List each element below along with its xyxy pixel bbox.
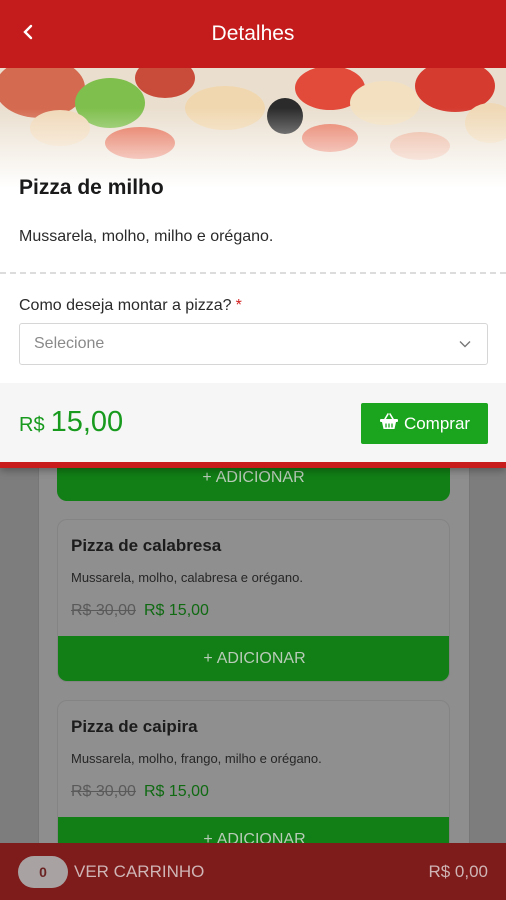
item-old-price: R$ 30,00 bbox=[71, 783, 136, 800]
product-image bbox=[0, 68, 506, 188]
chevron-left-icon bbox=[22, 24, 34, 45]
item-name: Pizza de caipira bbox=[71, 717, 198, 736]
buy-button[interactable]: Comprar bbox=[361, 403, 488, 444]
modal-border bbox=[0, 462, 506, 468]
page-title: Detalhes bbox=[211, 22, 295, 45]
item-price: R$ 15,00 bbox=[144, 602, 209, 619]
assembly-select[interactable]: Selecione bbox=[19, 323, 488, 365]
price-value: 15,00 bbox=[50, 406, 124, 438]
price-row: R$ 15,00 Comprar bbox=[0, 383, 506, 463]
cart-count-badge: 0 bbox=[18, 855, 68, 888]
item-description: Mussarela, molho, frango, milho e orégan… bbox=[71, 751, 322, 766]
item-price: R$ 15,00 bbox=[144, 783, 209, 800]
select-placeholder: Selecione bbox=[34, 335, 105, 352]
back-button[interactable] bbox=[14, 20, 42, 48]
basket-icon bbox=[379, 412, 399, 435]
product-name: Pizza de milho bbox=[19, 176, 164, 199]
currency-symbol: R$ bbox=[19, 414, 45, 436]
required-mark: * bbox=[235, 297, 242, 314]
plus-icon: + bbox=[202, 469, 212, 486]
product-price: R$ 15,00 bbox=[19, 406, 123, 439]
option-label: Como deseja montar a pizza? * bbox=[19, 297, 242, 314]
item-name: Pizza de calabresa bbox=[71, 536, 222, 555]
add-button[interactable]: + ADICIONAR bbox=[58, 636, 449, 681]
item-description: Mussarela, molho, calabresa e orégano. bbox=[71, 570, 303, 585]
divider bbox=[0, 272, 506, 274]
view-cart-label[interactable]: VER CARRINHO bbox=[74, 862, 204, 882]
plus-icon: + bbox=[203, 650, 213, 667]
cart-bar[interactable]: 0 VER CARRINHO R$ 0,00 bbox=[0, 843, 506, 900]
chevron-down-icon bbox=[459, 337, 473, 351]
product-detail-modal: Detalhes Pizza de milho Mussarela, molho… bbox=[0, 0, 506, 468]
product-description: Mussarela, molho, milho e orégano. bbox=[19, 228, 274, 245]
cart-total: R$ 0,00 bbox=[428, 861, 488, 881]
list-item: Pizza de calabresa Mussarela, molho, cal… bbox=[57, 519, 450, 682]
app-header: Detalhes bbox=[0, 0, 506, 68]
buy-button-label: Comprar bbox=[403, 413, 471, 433]
item-old-price: R$ 30,00 bbox=[71, 602, 136, 619]
